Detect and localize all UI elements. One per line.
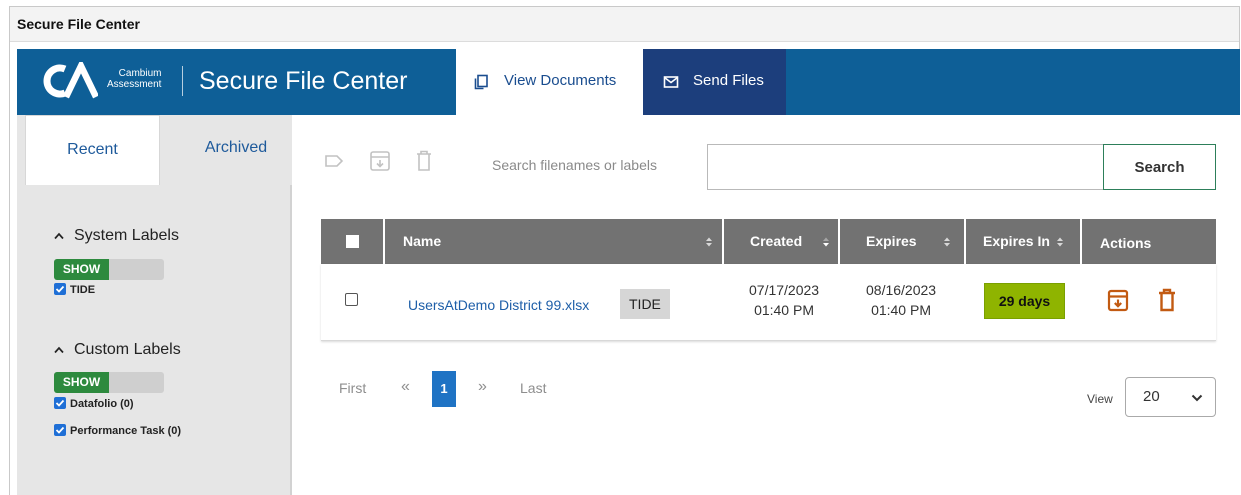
label-checkbox-performance-task[interactable]: Performance Task (0)	[54, 424, 181, 437]
search-button[interactable]: Search	[1103, 144, 1216, 190]
cambium-logo-icon	[43, 62, 98, 99]
table-row: UsersAtDemo District 99.xlsx TIDE 07/17/…	[321, 264, 1216, 341]
column-header-name[interactable]: Name	[385, 219, 724, 264]
label-datafolio: Datafolio (0)	[70, 398, 134, 410]
archive-icon[interactable]	[368, 148, 392, 174]
envelope-icon	[663, 76, 679, 88]
column-header-created[interactable]: Created	[724, 219, 840, 264]
custom-labels-heading: Custom Labels	[74, 341, 181, 358]
sidebar-tab-archived-label: Archived	[204, 139, 268, 156]
checkbox-checked-icon	[54, 283, 66, 295]
custom-labels-toggle[interactable]: SHOW	[54, 372, 164, 393]
checkbox-checked-icon	[54, 397, 66, 409]
column-header-expires[interactable]: Expires	[840, 219, 966, 264]
system-labels-group: System Labels	[54, 227, 179, 245]
window-title: Secure File Center	[17, 16, 140, 32]
logo-text: Cambium Assessment	[107, 68, 161, 90]
tab-send-files-label: Send Files	[693, 72, 764, 89]
created-cell: 07/17/2023 01:40 PM	[749, 280, 819, 320]
system-labels-toggle-show: SHOW	[54, 259, 109, 280]
column-actions-label: Actions	[1100, 235, 1152, 251]
sidebar: Recent Archived System Labels SHOW TIDE …	[17, 115, 292, 495]
logo-divider	[182, 66, 183, 96]
label-checkbox-tide[interactable]: TIDE	[54, 283, 95, 296]
file-label-tag: TIDE	[620, 289, 670, 319]
pagination-last[interactable]: Last	[520, 380, 546, 396]
table-header: Name Created Expires Expires In Actions	[321, 219, 1216, 264]
system-labels-header[interactable]: System Labels	[54, 227, 179, 245]
checkbox-checked-icon	[54, 424, 66, 436]
expires-cell: 08/16/2023 01:40 PM	[866, 280, 936, 320]
window-titlebar: Secure File Center	[10, 7, 1239, 42]
expires-in-badge: 29 days	[984, 283, 1065, 319]
tab-view-documents[interactable]: View Documents	[456, 49, 643, 115]
select-all-checkbox[interactable]	[346, 235, 359, 248]
custom-labels-group: Custom Labels	[54, 341, 181, 359]
chevron-up-icon	[54, 232, 64, 240]
label-performance-task: Performance Task (0)	[70, 425, 182, 437]
app-title: Secure File Center	[199, 67, 408, 95]
tab-send-files[interactable]: Send Files	[643, 49, 786, 115]
app: Cambium Assessment Secure File Center Vi…	[17, 49, 1240, 495]
created-time: 01:40 PM	[754, 302, 814, 318]
label-checkbox-datafolio[interactable]: Datafolio (0)	[54, 397, 134, 410]
column-expires-in-label: Expires In	[983, 233, 1050, 249]
copy-icon	[474, 74, 488, 90]
chevron-up-icon	[54, 346, 64, 354]
search-input[interactable]	[707, 144, 1103, 190]
column-header-expires-in[interactable]: Expires In	[966, 219, 1082, 264]
page-size-value: 20	[1143, 388, 1160, 405]
custom-labels-toggle-show: SHOW	[54, 372, 109, 393]
trash-icon[interactable]	[412, 148, 436, 174]
custom-labels-header[interactable]: Custom Labels	[54, 341, 181, 359]
sidebar-tab-recent[interactable]: Recent	[25, 115, 160, 185]
header-select-all	[321, 219, 385, 264]
column-expires-label: Expires	[866, 233, 917, 249]
tab-view-documents-label: View Documents	[504, 72, 617, 89]
chevron-down-icon	[1191, 394, 1203, 402]
sidebar-tab-recent-label: Recent	[67, 141, 118, 158]
trash-icon[interactable]	[1155, 287, 1179, 313]
sort-icon	[944, 237, 950, 247]
column-created-label: Created	[750, 233, 803, 249]
sort-desc-icon	[823, 237, 829, 247]
pagination-next[interactable]: »	[478, 378, 487, 396]
logo-line2: Assessment	[107, 79, 162, 90]
expires-date: 08/16/2023	[866, 282, 937, 298]
row-checkbox[interactable]	[345, 293, 358, 306]
archive-icon[interactable]	[1106, 287, 1130, 313]
created-date: 07/17/2023	[749, 282, 820, 298]
page-size-select[interactable]: 20	[1125, 377, 1216, 417]
label-tide: TIDE	[70, 284, 96, 296]
search-prompt: Search filenames or labels	[492, 157, 657, 173]
column-name-label: Name	[403, 233, 442, 249]
sort-icon	[1057, 237, 1063, 247]
file-name-link[interactable]: UsersAtDemo District 99.xlsx	[408, 297, 589, 313]
column-header-actions: Actions	[1082, 219, 1216, 264]
logo-line1: Cambium	[118, 68, 162, 79]
top-nav-bar: Cambium Assessment Secure File Center Vi…	[17, 49, 1240, 115]
sidebar-tabs: Recent Archived	[25, 115, 292, 185]
pagination-first[interactable]: First	[339, 380, 366, 396]
system-labels-heading: System Labels	[74, 227, 179, 244]
pagination-current-page[interactable]: 1	[432, 371, 456, 407]
sidebar-tab-archived[interactable]: Archived	[160, 115, 292, 185]
system-labels-toggle[interactable]: SHOW	[54, 259, 164, 280]
pagination-prev[interactable]: «	[401, 378, 410, 396]
page-size-label: View	[1087, 392, 1113, 406]
expires-time: 01:40 PM	[871, 302, 931, 318]
tag-icon[interactable]	[322, 148, 346, 174]
sort-icon	[706, 237, 712, 247]
